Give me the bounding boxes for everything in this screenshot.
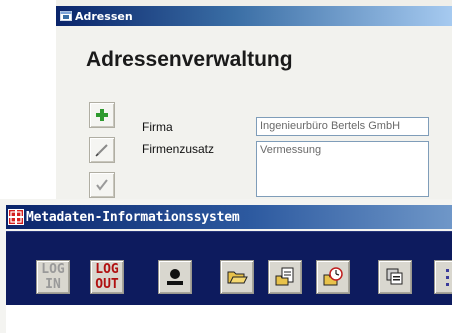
- login-button[interactable]: LOG IN: [36, 260, 70, 294]
- copy-button[interactable]: [378, 260, 412, 294]
- metadaten-titlebar[interactable]: Metadaten-Informationssystem: [6, 205, 452, 229]
- logout-label-line2: OUT: [95, 277, 119, 292]
- more-button[interactable]: [434, 260, 452, 294]
- open-folder-button[interactable]: [220, 260, 254, 294]
- folder-open-icon: [226, 266, 248, 288]
- pencil-icon: [94, 142, 110, 158]
- firma-field[interactable]: Ingenieurbüro Bertels GmbH: [256, 117, 429, 136]
- firma-label: Firma: [142, 120, 173, 134]
- logout-label-line1: LOG: [95, 262, 119, 277]
- document-icon: [274, 266, 296, 288]
- checkmark-icon: [94, 177, 110, 193]
- adressen-window: Adressen Adressenverwaltung Firma Ingeni…: [56, 0, 452, 215]
- firmenzusatz-label: Firmenzusatz: [142, 142, 215, 156]
- desktop: Adressen Adressenverwaltung Firma Ingeni…: [0, 0, 452, 333]
- add-button[interactable]: [89, 102, 115, 128]
- confirm-button[interactable]: [89, 172, 115, 198]
- login-label-line2: IN: [45, 277, 61, 292]
- metadaten-window: Metadaten-Informationssystem LOG IN LOG …: [0, 199, 452, 333]
- user-button[interactable]: [158, 260, 192, 294]
- firmenzusatz-field[interactable]: Vermessung: [256, 141, 429, 197]
- content-area: [6, 305, 452, 333]
- document-button[interactable]: [268, 260, 302, 294]
- plus-icon: [95, 108, 109, 122]
- user-icon: [164, 266, 186, 288]
- adressen-titlebar[interactable]: Adressen: [56, 6, 452, 26]
- window-icon: [60, 11, 72, 21]
- edit-button[interactable]: [89, 137, 115, 163]
- page-title: Adressenverwaltung: [86, 48, 293, 71]
- login-label-line1: LOG: [41, 262, 65, 277]
- logout-button[interactable]: LOG OUT: [90, 260, 124, 294]
- metadaten-title: Metadaten-Informationssystem: [26, 209, 240, 225]
- adressen-title: Adressen: [75, 9, 133, 23]
- more-icon: [443, 266, 451, 288]
- app-icon: [8, 209, 24, 225]
- sync-button[interactable]: [316, 260, 350, 294]
- main-toolbar: LOG IN LOG OUT: [6, 231, 452, 306]
- copy-icon: [385, 267, 405, 287]
- sync-icon: [322, 266, 344, 288]
